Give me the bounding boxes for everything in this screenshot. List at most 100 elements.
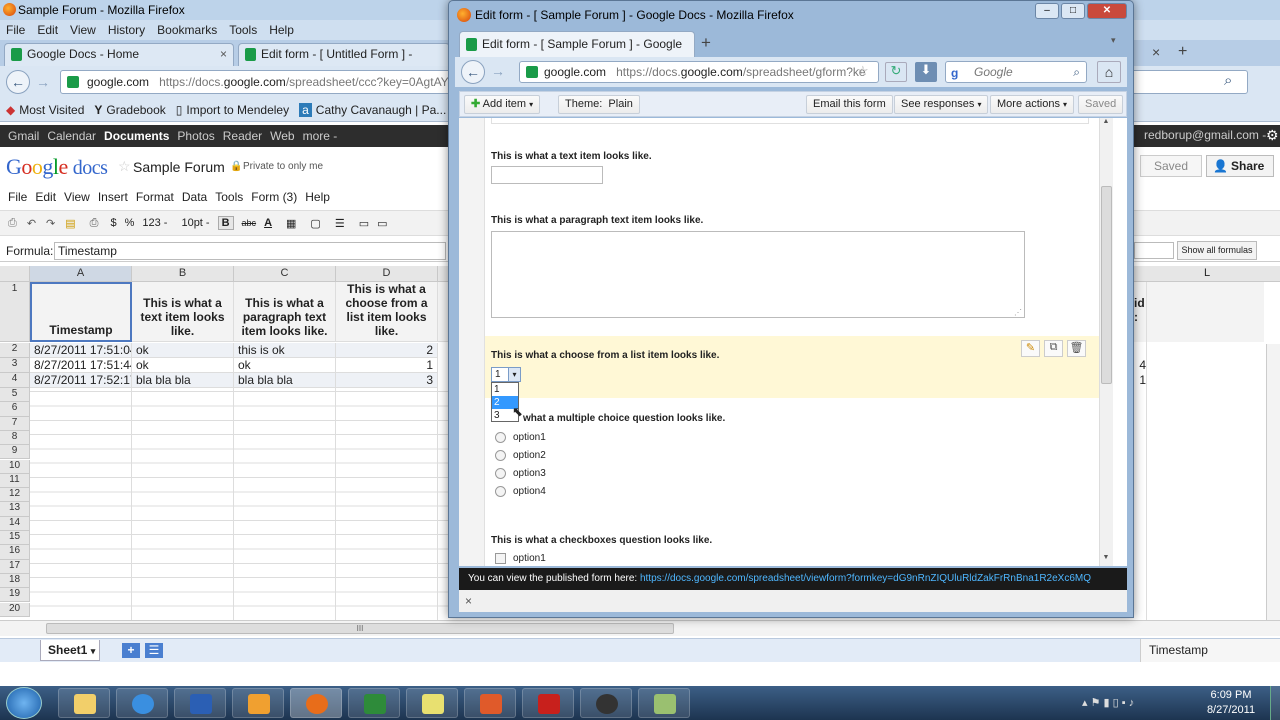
taskbar-ie[interactable] xyxy=(116,688,168,718)
cell-b3[interactable]: ok xyxy=(132,358,234,373)
more-actions-button[interactable]: More actions ▾ xyxy=(990,95,1075,114)
mc-option[interactable]: option1 xyxy=(495,432,546,443)
mc-option[interactable]: option3 xyxy=(495,468,546,479)
tab-untitled-form[interactable]: Edit form - [ Untitled Form ] - Google..… xyxy=(238,43,450,82)
col-header-c[interactable]: C xyxy=(234,266,336,282)
gear-icon[interactable]: ⚙ xyxy=(1266,127,1279,144)
new-tab-button[interactable]: + xyxy=(701,33,711,53)
row-number[interactable]: 12 xyxy=(0,488,30,503)
taskbar-excel[interactable] xyxy=(348,688,400,718)
gbar-web[interactable]: Web xyxy=(270,129,294,143)
close-window-button[interactable]: ✕ xyxy=(1087,3,1127,19)
question-checkbox-title[interactable]: This is what a checkboxes question looks… xyxy=(491,535,712,546)
sheet-tab-sheet1[interactable]: Sheet1 ▾ xyxy=(40,640,100,661)
row-number[interactable]: 1 xyxy=(0,282,30,342)
taskbar-media[interactable] xyxy=(232,688,284,718)
doc-menu-view[interactable]: View xyxy=(64,190,90,204)
cell-d3[interactable]: 1 xyxy=(336,358,438,373)
row-number[interactable]: 11 xyxy=(0,473,30,489)
resize-grip-icon[interactable]: ⋰ xyxy=(1014,308,1022,317)
show-all-formulas-button[interactable]: Show all formulas xyxy=(1177,241,1257,260)
saved-button[interactable]: Saved xyxy=(1140,155,1202,177)
text-color-button[interactable]: A xyxy=(264,217,272,229)
doc-menu-format[interactable]: Format xyxy=(136,190,174,204)
search-icon[interactable]: ⌕ xyxy=(1224,72,1232,89)
formula-input-right[interactable] xyxy=(1134,242,1174,259)
tab-list-chevron-icon[interactable]: ▾ xyxy=(1111,35,1116,46)
menu-view[interactable]: View xyxy=(70,23,96,37)
row-number[interactable]: 8 xyxy=(0,430,30,446)
gbar-calendar[interactable]: Calendar xyxy=(47,129,96,143)
gbar-documents[interactable]: Documents xyxy=(104,129,169,143)
home-icon[interactable]: ⌂ xyxy=(1097,61,1121,83)
cell-d2[interactable]: 2 xyxy=(336,343,438,358)
row-number[interactable]: 3 xyxy=(0,358,30,373)
cell-b1[interactable]: This is what a text item looks like. xyxy=(132,282,234,342)
gbar-more[interactable]: more - xyxy=(303,129,338,143)
printer-icon[interactable]: ⎙ xyxy=(90,217,99,230)
question-text-title[interactable]: This is what a text item looks like. xyxy=(491,151,652,162)
radio-button[interactable] xyxy=(495,432,506,443)
taskbar-camera[interactable] xyxy=(580,688,632,718)
question-paragraph-title[interactable]: This is what a paragraph text item looks… xyxy=(491,215,703,226)
row-number[interactable]: 18 xyxy=(0,573,30,589)
taskbar-word[interactable] xyxy=(174,688,226,718)
question-list-title[interactable]: This is what a choose from a list item l… xyxy=(491,350,719,361)
scrollbar-thumb[interactable]: III xyxy=(46,623,674,634)
currency-button[interactable]: $ xyxy=(110,217,116,229)
doc-menu-data[interactable]: Data xyxy=(182,190,207,204)
row-number[interactable]: 20 xyxy=(0,602,30,617)
maximize-button[interactable]: □ xyxy=(1061,3,1085,19)
trash-icon[interactable]: 🗑 xyxy=(1067,340,1086,357)
back-button[interactable]: ← xyxy=(461,60,485,84)
row-number[interactable]: 14 xyxy=(0,516,30,531)
bookmark-star-icon[interactable]: ☆ xyxy=(857,63,869,79)
doc-menu-tools[interactable]: Tools xyxy=(215,190,243,204)
new-tab-button[interactable]: + xyxy=(1178,43,1187,61)
account-email[interactable]: redborup@gmail.com - xyxy=(1144,128,1266,142)
bookmark-gradebook[interactable]: Gradebook xyxy=(106,103,165,117)
menu-help[interactable]: Help xyxy=(269,23,294,37)
form-vertical-scrollbar[interactable]: ▲ ▼ xyxy=(1099,118,1113,566)
paint-format-icon[interactable]: ▤ xyxy=(65,217,75,230)
checkbox[interactable] xyxy=(495,553,506,564)
add-sheet-button[interactable]: + xyxy=(122,643,140,658)
grid-vertical-scrollbar[interactable] xyxy=(1266,344,1280,620)
cell-d1[interactable]: This is what a choose from a list item l… xyxy=(336,282,438,342)
bookmark-most-visited[interactable]: Most Visited xyxy=(19,103,84,117)
col-header-l[interactable]: L xyxy=(1134,266,1280,282)
sheet-list-button[interactable]: ☰ xyxy=(145,643,163,658)
doc-menu-file[interactable]: File xyxy=(8,190,27,204)
text-item-input[interactable] xyxy=(491,166,603,184)
undo-icon[interactable]: ↶ xyxy=(27,217,36,230)
taskbar-explorer[interactable] xyxy=(58,688,110,718)
formula-input[interactable]: Timestamp xyxy=(54,242,446,260)
list-item-selected-panel[interactable] xyxy=(485,336,1101,398)
fill-color-icon[interactable]: ▦ xyxy=(286,217,296,230)
theme-button[interactable]: Theme: Plain xyxy=(558,95,640,114)
tray-chevron-icon[interactable]: ▴ xyxy=(1082,697,1088,709)
number-format-button[interactable]: 123 - xyxy=(142,217,167,229)
merge-icon[interactable]: ▭ xyxy=(359,217,369,230)
start-button[interactable] xyxy=(6,687,42,719)
gbar-photos[interactable]: Photos xyxy=(177,129,214,143)
taskbar-acrobat[interactable] xyxy=(522,688,574,718)
bold-button[interactable]: B xyxy=(217,216,234,230)
row-number[interactable]: 5 xyxy=(0,388,30,403)
col-header-d[interactable]: D xyxy=(336,266,438,282)
email-form-button[interactable]: Email this form xyxy=(806,95,893,114)
cell-a2[interactable]: 8/27/2011 17:51:04 xyxy=(30,343,132,358)
taskbar-notes[interactable] xyxy=(406,688,458,718)
print-icon[interactable]: ⎙ xyxy=(8,217,17,230)
row-number[interactable]: 17 xyxy=(0,559,30,574)
grid-horizontal-scrollbar[interactable]: III xyxy=(0,620,1280,636)
mc-option[interactable]: option4 xyxy=(495,486,546,497)
gbar-gmail[interactable]: Gmail xyxy=(8,129,39,143)
scrollbar-thumb[interactable] xyxy=(1101,186,1112,384)
doc-menu-edit[interactable]: Edit xyxy=(35,190,56,204)
col-header-a[interactable]: A xyxy=(30,266,132,282)
doc-menu-insert[interactable]: Insert xyxy=(98,190,128,204)
cell-a3[interactable]: 8/27/2011 17:51:44 xyxy=(30,358,132,373)
cell-c1[interactable]: This is what a paragraph text item looks… xyxy=(234,282,336,342)
forward-button[interactable]: → xyxy=(491,63,505,79)
